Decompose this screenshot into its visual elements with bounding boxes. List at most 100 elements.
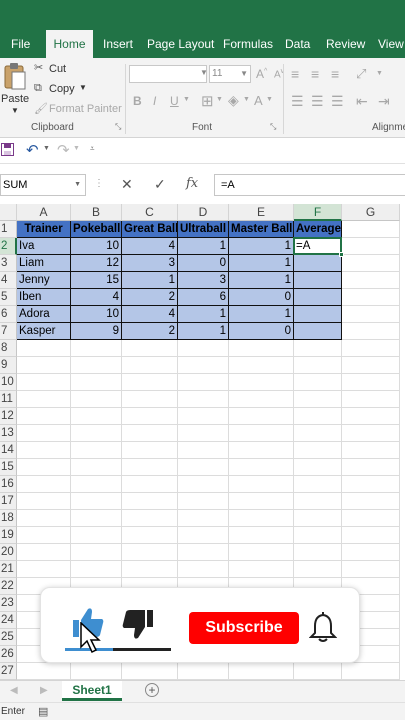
row-header-13[interactable]: 13: [0, 425, 17, 442]
grid-cell[interactable]: [342, 306, 400, 323]
grid-cell[interactable]: [178, 442, 229, 459]
row-header-9[interactable]: 9: [0, 357, 17, 374]
undo-dropdown-icon[interactable]: ▼: [43, 145, 50, 152]
grid-cell[interactable]: [17, 391, 71, 408]
grid-cell[interactable]: [71, 425, 122, 442]
grid-cell[interactable]: [178, 408, 229, 425]
grid-cell[interactable]: [122, 442, 178, 459]
align-center-icon[interactable]: ☰: [311, 93, 324, 110]
font-launcher-icon[interactable]: ⤡: [270, 122, 276, 132]
grid-cell[interactable]: [294, 442, 342, 459]
grid-cell[interactable]: [342, 476, 400, 493]
redo-dropdown-icon[interactable]: ▼: [73, 145, 80, 152]
grid-cell[interactable]: [17, 510, 71, 527]
tab-formulas[interactable]: Formulas: [223, 30, 273, 58]
column-header-f[interactable]: F: [294, 204, 342, 221]
paste-button[interactable]: Paste: [1, 93, 29, 105]
grid-cell[interactable]: [71, 527, 122, 544]
subscribe-button[interactable]: Subscribe: [189, 612, 299, 644]
align-right-icon[interactable]: ☰: [331, 93, 344, 110]
copy-dropdown-icon[interactable]: ▼: [79, 83, 87, 92]
table-cell[interactable]: 4: [122, 238, 178, 255]
grid-cell[interactable]: [71, 476, 122, 493]
grid-cell[interactable]: [294, 357, 342, 374]
grid-cell[interactable]: [229, 374, 294, 391]
grid-cell[interactable]: [122, 663, 178, 680]
formula-input[interactable]: =A: [214, 174, 405, 196]
table-cell[interactable]: 9: [71, 323, 122, 340]
grid-cell[interactable]: [71, 663, 122, 680]
grid-cell[interactable]: [178, 340, 229, 357]
row-header-15[interactable]: 15: [0, 459, 17, 476]
scroll-sheets-right-icon[interactable]: ▶: [40, 685, 48, 696]
row-header-7[interactable]: 7: [0, 323, 17, 340]
table-cell[interactable]: 1: [178, 306, 229, 323]
grid-cell[interactable]: [178, 425, 229, 442]
name-box-dropdown-icon[interactable]: ▼: [74, 175, 81, 195]
grid-cell[interactable]: [17, 374, 71, 391]
grid-cell[interactable]: [229, 408, 294, 425]
table-header-cell[interactable]: Master Ball: [229, 221, 294, 238]
grid-cell[interactable]: [122, 340, 178, 357]
redo-icon[interactable]: ↷: [57, 141, 70, 159]
grid-cell[interactable]: [294, 663, 342, 680]
grid-cell[interactable]: [342, 459, 400, 476]
row-header-16[interactable]: 16: [0, 476, 17, 493]
borders-dropdown-icon[interactable]: ▼: [216, 96, 223, 103]
table-cell[interactable]: 0: [229, 289, 294, 306]
grid-cell[interactable]: [17, 561, 71, 578]
grid-cell[interactable]: [229, 476, 294, 493]
grid-cell[interactable]: [71, 544, 122, 561]
grid-cell[interactable]: [342, 391, 400, 408]
grid-cell[interactable]: [294, 510, 342, 527]
row-header-11[interactable]: 11: [0, 391, 17, 408]
row-header-21[interactable]: 21: [0, 561, 17, 578]
table-cell[interactable]: 4: [122, 306, 178, 323]
fill-color-dropdown-icon[interactable]: ▼: [243, 96, 250, 103]
grid-cell[interactable]: [17, 663, 71, 680]
grid-cell[interactable]: [229, 663, 294, 680]
tab-view[interactable]: View: [378, 30, 404, 58]
row-header-2[interactable]: 2: [0, 238, 17, 255]
undo-icon[interactable]: ↶: [26, 141, 39, 159]
grid-cell[interactable]: [17, 425, 71, 442]
customize-toolbar-icon[interactable]: ⩡: [90, 144, 95, 154]
grid-cell[interactable]: [178, 493, 229, 510]
table-cell[interactable]: 15: [71, 272, 122, 289]
grid-cell[interactable]: [122, 425, 178, 442]
increase-font-size-icon[interactable]: A^: [256, 67, 267, 81]
grid-cell[interactable]: [17, 527, 71, 544]
table-cell[interactable]: [294, 272, 342, 289]
align-bottom-icon[interactable]: ≡: [331, 66, 339, 82]
grid-cell[interactable]: [229, 442, 294, 459]
font-size-dropdown-icon[interactable]: ▼: [240, 69, 248, 78]
table-cell[interactable]: [294, 255, 342, 272]
grid-cell[interactable]: [229, 459, 294, 476]
sheet-tab-sheet1[interactable]: Sheet1: [62, 681, 122, 701]
column-header-b[interactable]: B: [71, 204, 122, 221]
grid-cell[interactable]: [342, 527, 400, 544]
grid-cell[interactable]: [294, 561, 342, 578]
grid-cell[interactable]: [229, 561, 294, 578]
grid-cell[interactable]: [342, 374, 400, 391]
table-cell[interactable]: 1: [178, 238, 229, 255]
grid-cell[interactable]: [71, 510, 122, 527]
grid-cell[interactable]: [71, 493, 122, 510]
copy-button[interactable]: Copy: [49, 83, 75, 95]
active-cell-f2[interactable]: =A: [293, 237, 342, 255]
row-header-6[interactable]: 6: [0, 306, 17, 323]
tab-file[interactable]: File: [11, 30, 30, 58]
grid-cell[interactable]: [342, 510, 400, 527]
grid-cell[interactable]: [294, 493, 342, 510]
grid-cell[interactable]: [294, 340, 342, 357]
grid-cell[interactable]: [178, 459, 229, 476]
grid-cell[interactable]: [342, 442, 400, 459]
grid-cell[interactable]: [342, 340, 400, 357]
table-cell[interactable]: 1: [122, 272, 178, 289]
grid-cell[interactable]: [229, 493, 294, 510]
align-left-icon[interactable]: ☰: [291, 93, 304, 110]
row-header-20[interactable]: 20: [0, 544, 17, 561]
underline-button[interactable]: U: [170, 94, 179, 108]
grid-cell[interactable]: [178, 476, 229, 493]
grid-cell[interactable]: [342, 255, 400, 272]
